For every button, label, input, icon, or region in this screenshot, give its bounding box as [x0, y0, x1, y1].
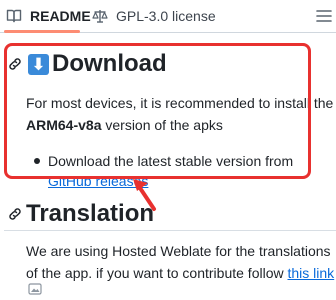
this-link[interactable]: this link	[288, 265, 335, 281]
book-icon	[6, 8, 22, 24]
translation-text-line1: We are using Hosted Weblate for the tran…	[26, 243, 331, 259]
translation-text-line2: of the app. if you want to contribute fo…	[26, 265, 288, 281]
translation-heading: Translation	[26, 200, 155, 227]
heading-divider	[4, 230, 336, 231]
translation-description: We are using Hosted Weblate for the tran…	[26, 240, 336, 284]
list-menu-icon[interactable]	[316, 9, 332, 23]
scale-icon	[92, 8, 108, 24]
tab-readme[interactable]: README	[6, 0, 91, 32]
anchor-link-icon[interactable]	[7, 206, 23, 222]
image-icon	[28, 282, 42, 295]
highlight-annotation-box	[4, 43, 311, 179]
tab-readme-label: README	[30, 8, 91, 24]
tab-license-label: GPL-3.0 license	[116, 8, 216, 24]
tab-bar: README GPL-3.0 license	[0, 0, 336, 33]
tab-license[interactable]: GPL-3.0 license	[92, 0, 216, 32]
active-tab-underline	[4, 30, 80, 33]
